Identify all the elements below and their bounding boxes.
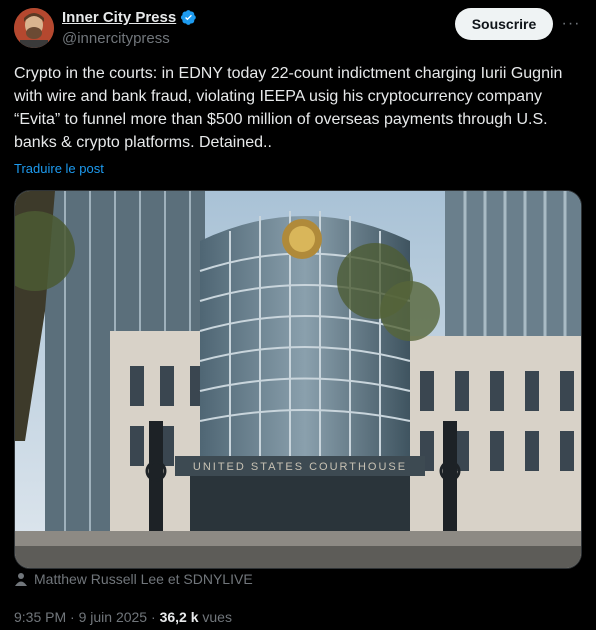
post-meta: 9:35 PM · 9 juin 2025 · 36,2 k vues <box>14 609 232 625</box>
post-date[interactable]: 9 juin 2025 <box>79 609 148 625</box>
post-text: Crypto in the courts: in EDNY today 22-c… <box>14 65 567 151</box>
credit-text: Matthew Russell Lee et SDNYLIVE <box>34 571 253 587</box>
post-time[interactable]: 9:35 PM <box>14 609 66 625</box>
translate-link[interactable]: Traduire le post <box>14 161 104 176</box>
views-label: vues <box>202 609 232 625</box>
views-count: 36,2 k <box>159 609 199 625</box>
ellipsis-icon[interactable]: ··· <box>560 10 582 38</box>
courthouse-photo: UNITED STATES COURTHOUSE <box>15 191 581 568</box>
facade-text: UNITED STATES COURTHOUSE <box>193 461 407 473</box>
verified-badge-icon <box>181 10 196 25</box>
person-icon <box>15 573 27 586</box>
author-name-row: Inner City Press <box>62 9 197 26</box>
avatar[interactable] <box>14 8 54 48</box>
photo-credit[interactable]: Matthew Russell Lee et SDNYLIVE <box>14 571 253 587</box>
avatar-image <box>14 8 54 48</box>
author-name[interactable]: Inner City Press <box>62 9 176 26</box>
author-handle[interactable]: @innercitypress <box>62 30 170 47</box>
subscribe-button[interactable]: Souscrire <box>455 8 553 40</box>
post-image[interactable]: UNITED STATES COURTHOUSE <box>14 190 582 569</box>
